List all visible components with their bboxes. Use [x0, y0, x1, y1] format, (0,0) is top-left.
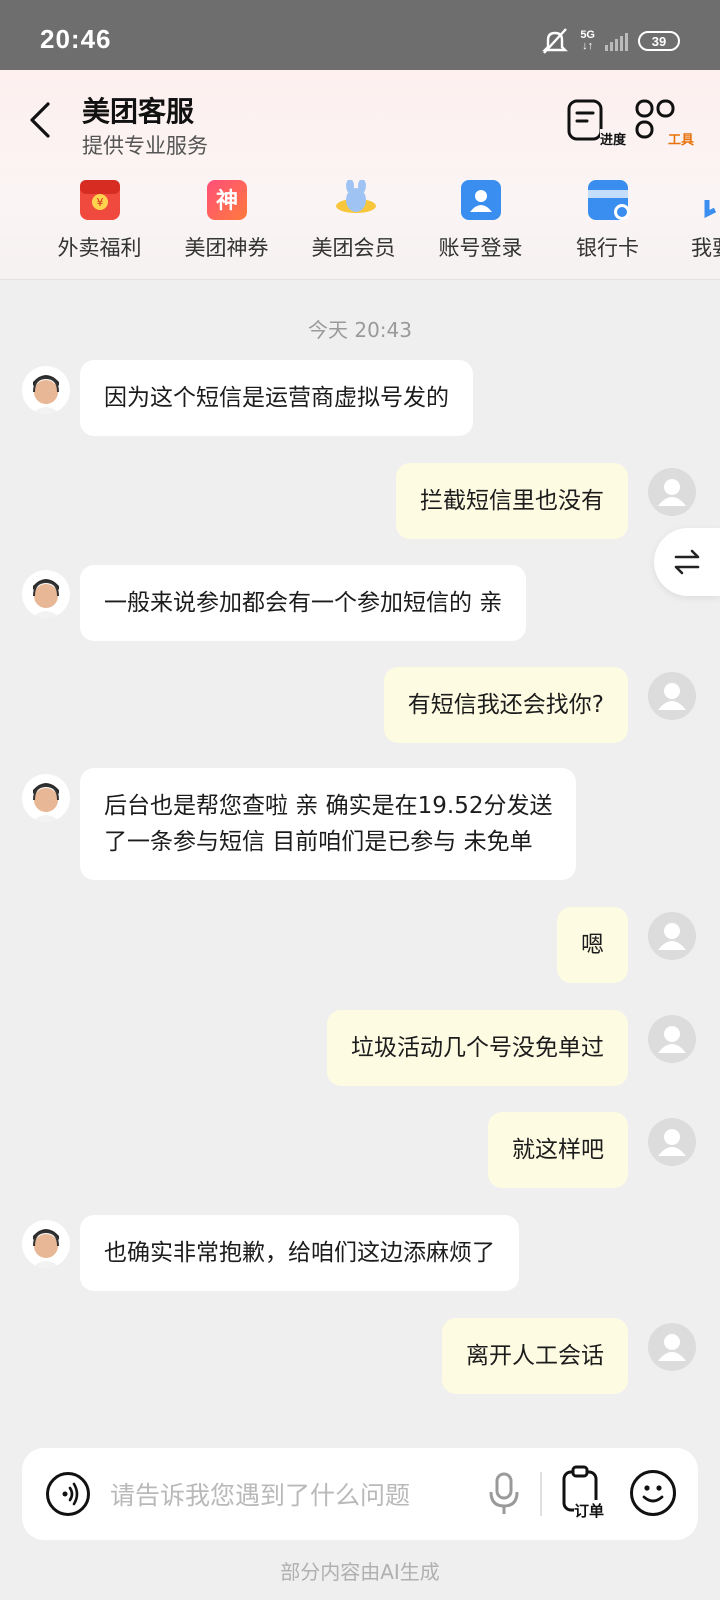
quick-item-shen-coupon[interactable]: 神 美团神券: [163, 180, 290, 270]
quick-item-takeout-welfare[interactable]: ¥ 外卖福利: [36, 180, 163, 270]
order-button[interactable]: 订单: [560, 1464, 612, 1524]
agent-avatar[interactable]: [22, 570, 70, 618]
kangaroo-member-icon: [334, 179, 376, 220]
message-input-bar: 请告诉我您遇到了什么问题 订单: [22, 1448, 698, 1540]
network-indicator: 5G ↓↑: [580, 29, 595, 52]
voice-mode-button[interactable]: [46, 1472, 90, 1516]
order-label: 订单: [574, 1500, 605, 1521]
user-message: 就这样吧: [488, 1112, 628, 1188]
svg-text:神: 神: [215, 188, 237, 214]
user-message: 拦截短信里也没有: [396, 463, 628, 539]
agent-message: 也确实非常抱歉，给咱们这边添麻烦了: [80, 1215, 519, 1291]
smiley-icon: [642, 1485, 664, 1503]
mute-alarm-icon: [542, 28, 569, 54]
user-message: 垃圾活动几个号没免单过: [327, 1010, 628, 1086]
chat-header: 美团客服 提供专业服务 进度 工具 ¥ 外卖福利 神 美团神券 美团会员 账号登…: [0, 70, 720, 280]
agent-avatar[interactable]: [22, 774, 70, 822]
quick-entry-bar: ¥ 外卖福利 神 美团神券 美团会员 账号登录 银行卡 我: [0, 179, 720, 270]
bank-card-icon: [587, 180, 630, 220]
user-message: 嗯: [557, 907, 628, 983]
quick-item-member[interactable]: 美团会员: [290, 179, 417, 270]
status-icons: 5G ↓↑ 39: [540, 26, 680, 56]
account-card-icon: [460, 180, 501, 220]
switch-arrows-button[interactable]: [654, 528, 720, 596]
agent-avatar[interactable]: [22, 1220, 70, 1268]
user-avatar[interactable]: [648, 672, 696, 720]
user-message: 有短信我还会找你?: [383, 667, 628, 743]
red-packet-icon: ¥: [79, 180, 120, 220]
page-title: 美团客服: [82, 95, 195, 128]
battery-icon: 39: [638, 31, 680, 51]
status-bar: 20:46 5G ↓↑ 39: [0, 0, 720, 70]
agent-message-line: 后台也是帮您查啦 亲 确实是在19.52分发送: [104, 793, 553, 819]
swap-arrows-icon: [674, 549, 700, 575]
quick-item-bank-card[interactable]: 银行卡: [544, 180, 671, 270]
microphone-icon[interactable]: [484, 1470, 524, 1518]
user-avatar[interactable]: [648, 468, 696, 516]
user-avatar[interactable]: [648, 1118, 696, 1166]
user-avatar[interactable]: [648, 1323, 696, 1371]
sound-wave-icon: [62, 1482, 79, 1506]
user-message: 离开人工会话: [442, 1318, 628, 1394]
agent-message: 因为这个短信是运营商虚拟号发的: [80, 360, 473, 436]
user-avatar[interactable]: [648, 1015, 696, 1063]
page-subtitle: 提供专业服务: [82, 134, 208, 158]
quick-item-partial[interactable]: 我要: [671, 180, 720, 270]
chat-list[interactable]: 今天 20:43 因为这个短信是运营商虚拟号发的 拦截短信里也没有 一般来说参加…: [0, 280, 720, 1450]
agent-avatar[interactable]: [22, 366, 70, 414]
partial-icon: [691, 180, 720, 220]
tools-button[interactable]: 工具: [634, 98, 694, 148]
divider: [540, 1472, 542, 1516]
ai-disclaimer: 部分内容由AI生成: [280, 1560, 440, 1584]
chat-timestamp: 今天 20:43: [308, 318, 412, 342]
progress-button[interactable]: 进度: [566, 98, 626, 148]
back-icon[interactable]: [26, 100, 56, 140]
agent-message-line: 了一条参与短信 目前咱们是已参与 未免单: [104, 829, 533, 855]
message-input[interactable]: 请告诉我您遇到了什么问题: [110, 1476, 410, 1512]
progress-label: 进度: [599, 129, 626, 148]
shen-coupon-icon: 神: [206, 180, 247, 220]
emoji-button[interactable]: [630, 1470, 676, 1516]
user-avatar[interactable]: [648, 912, 696, 960]
svg-text:¥: ¥: [96, 196, 103, 209]
tools-label: 工具: [667, 129, 694, 148]
agent-message: 一般来说参加都会有一个参加短信的 亲: [80, 565, 527, 641]
agent-message: 后台也是帮您查啦 亲 确实是在19.52分发送 了一条参与短信 目前咱们是已参与…: [80, 768, 577, 880]
signal-icon: [605, 31, 628, 51]
quick-item-account-login[interactable]: 账号登录: [417, 180, 544, 270]
status-time: 20:46: [40, 24, 112, 54]
